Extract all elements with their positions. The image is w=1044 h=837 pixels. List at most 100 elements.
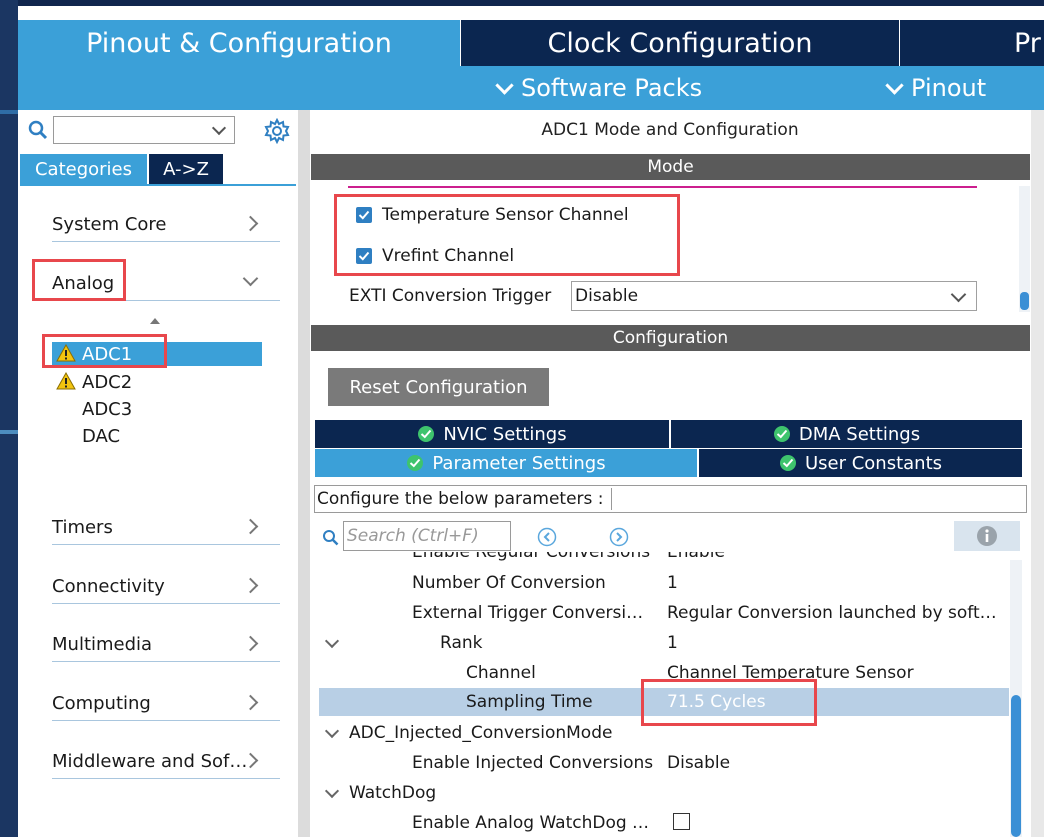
pinout-menu[interactable]: Pinout bbox=[885, 74, 987, 102]
chevron-right-icon bbox=[242, 694, 259, 711]
tab-label: Parameter Settings bbox=[432, 452, 606, 474]
category-computing[interactable]: Computing bbox=[52, 685, 280, 721]
mode-panel-title: ADC1 Mode and Configuration bbox=[541, 120, 799, 140]
category-label: Multimedia bbox=[52, 634, 153, 655]
chevron-right-icon bbox=[242, 215, 259, 232]
chevron-down-icon[interactable] bbox=[324, 633, 340, 649]
category-label: Connectivity bbox=[52, 576, 165, 597]
tab-parameter-settings[interactable]: Parameter Settings bbox=[315, 449, 697, 477]
param-row[interactable]: Enable Injected Conversions Disable bbox=[319, 749, 1009, 777]
exti-trigger-select[interactable]: Disable bbox=[571, 281, 977, 311]
tab-underline bbox=[20, 184, 296, 186]
warning-icon bbox=[56, 372, 76, 390]
param-group-watchdog[interactable]: WatchDog bbox=[319, 779, 1009, 807]
param-key: Channel bbox=[466, 663, 536, 683]
tab-dma-settings[interactable]: DMA Settings bbox=[671, 420, 1022, 448]
param-value: Disable bbox=[667, 753, 731, 773]
tab-label: DMA Settings bbox=[798, 423, 921, 445]
exti-trigger-value: Disable bbox=[575, 286, 639, 306]
category-timers[interactable]: Timers bbox=[52, 509, 280, 545]
category-middleware[interactable]: Middleware and Sof… bbox=[52, 743, 280, 779]
highlight-box-analog bbox=[32, 259, 126, 301]
param-value: 1 bbox=[667, 573, 678, 593]
configure-label: Configure the below parameters : bbox=[317, 489, 604, 509]
gear-icon[interactable] bbox=[264, 118, 290, 144]
window-scrollbar[interactable] bbox=[1031, 110, 1044, 837]
tab-project-manager[interactable]: Pr bbox=[900, 20, 1044, 66]
info-icon bbox=[977, 526, 997, 546]
category-system-core[interactable]: System Core bbox=[52, 206, 280, 242]
panel-divider[interactable] bbox=[298, 110, 310, 837]
category-connectivity[interactable]: Connectivity bbox=[52, 568, 280, 604]
category-label: Computing bbox=[52, 693, 151, 714]
highlight-box-adc1 bbox=[42, 334, 167, 368]
tab-a-to-z[interactable]: A->Z bbox=[149, 154, 223, 184]
category-label: Middleware and Sof… bbox=[52, 751, 248, 772]
highlight-box-sampling-time bbox=[641, 679, 817, 726]
tab-clock-configuration[interactable]: Clock Configuration bbox=[461, 20, 899, 66]
chevron-down-icon bbox=[211, 120, 227, 136]
check-circle-icon bbox=[773, 426, 790, 442]
highlight-box-mode-channels bbox=[334, 194, 680, 276]
left-window-edge bbox=[0, 0, 18, 837]
category-label: System Core bbox=[52, 214, 167, 235]
param-value: Enable bbox=[667, 552, 725, 562]
mode-section-header: Mode bbox=[311, 154, 1030, 180]
param-key: Enable Injected Conversions bbox=[412, 753, 654, 773]
chevron-down-icon[interactable] bbox=[324, 783, 340, 799]
tab-nvic-settings[interactable]: NVIC Settings bbox=[315, 420, 669, 448]
tab-categories[interactable]: Categories bbox=[20, 154, 147, 184]
previous-match-icon[interactable] bbox=[537, 527, 557, 547]
param-key: Rank bbox=[440, 633, 483, 653]
info-button[interactable] bbox=[954, 521, 1020, 551]
param-key: External Trigger Conversi… bbox=[412, 603, 644, 623]
next-match-icon[interactable] bbox=[609, 527, 629, 547]
enable-watchdog-checkbox[interactable] bbox=[673, 813, 690, 830]
param-key: Enable Regular Conversions bbox=[412, 552, 651, 562]
chevron-down-icon bbox=[495, 75, 514, 95]
chevron-down-icon bbox=[885, 75, 904, 95]
tab-pinout-configuration[interactable]: Pinout & Configuration bbox=[18, 20, 460, 66]
tab-label: User Constants bbox=[804, 452, 943, 474]
software-packs-label: Software Packs bbox=[521, 74, 703, 102]
chevron-right-icon bbox=[242, 577, 259, 594]
analog-item-adc3[interactable]: ADC3 bbox=[52, 397, 262, 421]
param-key: Number Of Conversion bbox=[412, 573, 606, 593]
tab-user-constants[interactable]: User Constants bbox=[699, 449, 1022, 477]
check-circle-icon bbox=[779, 455, 796, 471]
param-value: 1 bbox=[667, 633, 678, 653]
check-circle-icon bbox=[407, 455, 424, 471]
chevron-down-icon bbox=[242, 270, 259, 287]
param-key: Enable Analog WatchDog … bbox=[412, 813, 650, 833]
configuration-section-header: Configuration bbox=[311, 325, 1030, 351]
reset-configuration-button[interactable]: Reset Configuration bbox=[328, 368, 549, 406]
field-separator bbox=[611, 488, 612, 510]
parameter-search-input[interactable]: Search (Ctrl+F) bbox=[343, 521, 511, 551]
analog-item-label: DAC bbox=[82, 425, 121, 447]
category-multimedia[interactable]: Multimedia bbox=[52, 626, 280, 662]
search-combo-box[interactable] bbox=[53, 116, 235, 144]
param-value: Regular Conversion launched by soft… bbox=[667, 603, 997, 623]
scroll-up-icon[interactable] bbox=[150, 318, 160, 324]
mode-scroll-thumb[interactable] bbox=[1020, 292, 1029, 310]
tab-label: NVIC Settings bbox=[443, 423, 567, 445]
param-group-label: ADC_Injected_ConversionMode bbox=[349, 723, 613, 743]
param-row[interactable]: Enable Analog WatchDog … bbox=[319, 809, 1009, 837]
window-top-strip bbox=[0, 0, 1044, 6]
analog-item-label: ADC3 bbox=[82, 398, 133, 420]
chevron-right-icon bbox=[242, 518, 259, 535]
chevron-right-icon bbox=[242, 635, 259, 652]
param-row[interactable]: Number Of Conversion 1 bbox=[319, 569, 1009, 597]
chevron-down-icon[interactable] bbox=[324, 723, 340, 739]
param-row[interactable]: External Trigger Conversi… Regular Conve… bbox=[319, 599, 1009, 627]
analog-item-dac[interactable]: DAC bbox=[52, 424, 262, 448]
param-row[interactable]: Enable Regular Conversions Enable bbox=[319, 552, 1009, 566]
software-packs-menu[interactable]: Software Packs bbox=[495, 74, 703, 102]
param-row-rank[interactable]: Rank 1 bbox=[319, 629, 1009, 657]
analog-item-adc2[interactable]: ADC2 bbox=[52, 370, 262, 394]
search-icon bbox=[28, 120, 48, 140]
parameter-scroll-thumb[interactable] bbox=[1011, 695, 1021, 837]
exti-trigger-label: EXTI Conversion Trigger bbox=[349, 286, 552, 306]
pinout-label: Pinout bbox=[911, 74, 987, 102]
param-key: Sampling Time bbox=[466, 692, 593, 712]
